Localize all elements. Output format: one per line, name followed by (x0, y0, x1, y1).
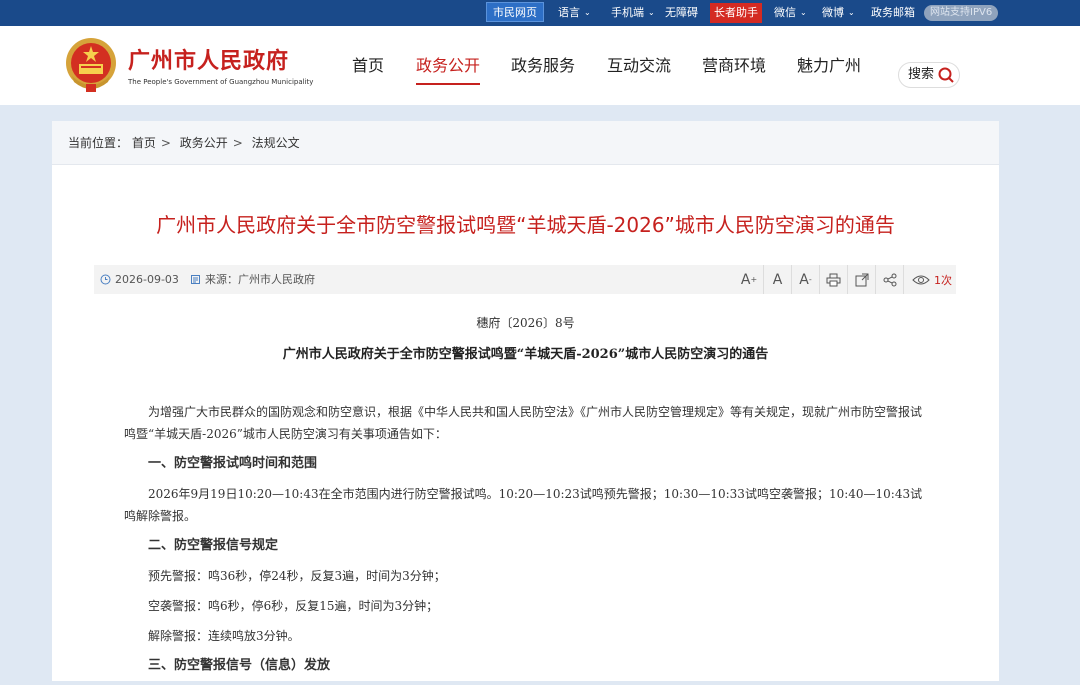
paragraph: 预先警报：鸣36秒，停24秒，反复3遍，时间为3分钟； (148, 569, 446, 583)
font-increase-icon[interactable]: A + (735, 265, 763, 294)
article-source: 来源：广州市人民政府 (190, 265, 315, 294)
breadcrumb-prefix: 当前位置： (68, 136, 129, 150)
view-count-text: 1次 (934, 273, 952, 287)
paragraph: 为增强广大市民群众的国防观念和防空意识，根据《中华人民共和国人民防空法》《广州市… (124, 405, 923, 441)
breadcrumb-gov-affairs[interactable]: 政务公开 (180, 136, 228, 150)
chevron-down-icon: ⌄ (800, 8, 807, 17)
nav-charm-guangzhou[interactable]: 魅力广州 (797, 52, 861, 76)
mobile-label: 手机端 (611, 6, 644, 19)
paragraph: 2026年9月19日10:20—10:43在全市范围内进行防空警报试鸣。10:2… (124, 487, 923, 523)
nav-gov-services[interactable]: 政务服务 (511, 52, 575, 76)
article-title: 广州市人民政府关于全市防空警报试鸣暨“羊城天盾-2026”城市人民防空演习的通告 (156, 213, 895, 237)
publish-date: 2026-09-03 (100, 265, 179, 294)
font-reset-icon[interactable]: A (763, 265, 791, 294)
article-meta-bar: 2026-09-03 来源：广州市人民政府 A + A A- 1次 (94, 265, 956, 294)
nav-gov-affairs[interactable]: 政务公开 (416, 52, 481, 85)
site-title[interactable]: 广州市人民政府 (128, 43, 289, 75)
article-tools: A + A A- 1次 (735, 265, 952, 294)
nav-interaction[interactable]: 互动交流 (607, 52, 671, 76)
paragraph: 解除警报：连续鸣放3分钟。 (148, 629, 300, 643)
print-icon[interactable] (819, 265, 847, 294)
eye-icon (912, 275, 930, 284)
breadcrumb: 当前位置： 首页 > 政务公开 > 法规公文 (52, 121, 999, 165)
language-label: 语言 (558, 6, 580, 19)
publish-date-text: 2026-09-03 (115, 273, 179, 286)
nav-home[interactable]: 首页 (352, 52, 384, 76)
search-icon (938, 67, 954, 83)
section-heading: 三、防空警报信号（信息）发放 (148, 658, 331, 673)
chevron-down-icon: ⌄ (648, 8, 655, 17)
article-card: 当前位置： 首页 > 政务公开 > 法规公文 广州市人民政府关于全市防空警报试鸣暨“… (52, 121, 999, 681)
site-subtitle: The People's Government of Guangzhou Mun… (128, 78, 314, 86)
font-decrease-icon[interactable]: A- (791, 265, 819, 294)
elder-assistant-button[interactable]: 长者助手 (710, 3, 762, 23)
article-source-text: 来源：广州市人民政府 (205, 273, 315, 286)
nav-business-env[interactable]: 营商环境 (702, 52, 766, 76)
share-window-icon[interactable] (847, 265, 875, 294)
national-emblem-icon[interactable] (64, 36, 118, 94)
share-icon[interactable] (875, 265, 903, 294)
article-body: 为增强广大市民群众的国防观念和防空意识，根据《中华人民共和国人民防空法》《广州市… (124, 401, 930, 685)
wechat-label: 微信 (774, 6, 796, 19)
accessibility-link[interactable]: 无障碍 (665, 0, 698, 26)
breadcrumb-separator: > (160, 136, 171, 150)
weibo-label: 微博 (822, 6, 844, 19)
document-subtitle: 广州市人民政府关于全市防空警报试鸣暨“羊城天盾-2026”城市人民防空演习的通告 (282, 347, 769, 362)
paragraph: 空袭警报：鸣6秒，停6秒，反复15遍，时间为3分钟； (148, 599, 439, 613)
gov-mail-link[interactable]: 政务邮箱 (871, 0, 915, 26)
clock-icon (100, 274, 111, 285)
breadcrumb-home[interactable]: 首页 (132, 136, 156, 150)
chevron-down-icon: ⌄ (848, 8, 855, 17)
breadcrumb-separator: > (232, 136, 243, 150)
citizen-site-link[interactable]: 市民网页 (486, 2, 544, 22)
top-utility-bar: 市民网页 语言 ⌄ 手机端 ⌄ 无障碍 长者助手 微信 ⌄ 微博 ⌄ 政务邮箱 网站支持… (0, 0, 1080, 26)
document-number: 穗府〔2026〕8号 (476, 316, 575, 330)
view-count: 1次 (903, 265, 952, 294)
document-icon (191, 275, 200, 284)
chevron-down-icon: ⌄ (584, 8, 591, 17)
weibo-menu[interactable]: 微博 ⌄ (822, 0, 855, 26)
wechat-menu[interactable]: 微信 ⌄ (774, 0, 807, 26)
section-heading: 一、防空警报试鸣时间和范围 (148, 456, 318, 471)
search-button[interactable]: 搜索 (898, 62, 960, 88)
language-menu[interactable]: 语言 ⌄ (558, 0, 591, 26)
section-heading: 二、防空警报信号规定 (148, 538, 279, 553)
search-label: 搜索 (908, 67, 935, 82)
site-header: 广州市人民政府 The People's Government of Guang… (0, 26, 1080, 105)
ipv6-badge: 网站支持IPV6 (924, 5, 999, 21)
mobile-menu[interactable]: 手机端 ⌄ (611, 0, 655, 26)
breadcrumb-regulations[interactable]: 法规公文 (252, 136, 300, 150)
